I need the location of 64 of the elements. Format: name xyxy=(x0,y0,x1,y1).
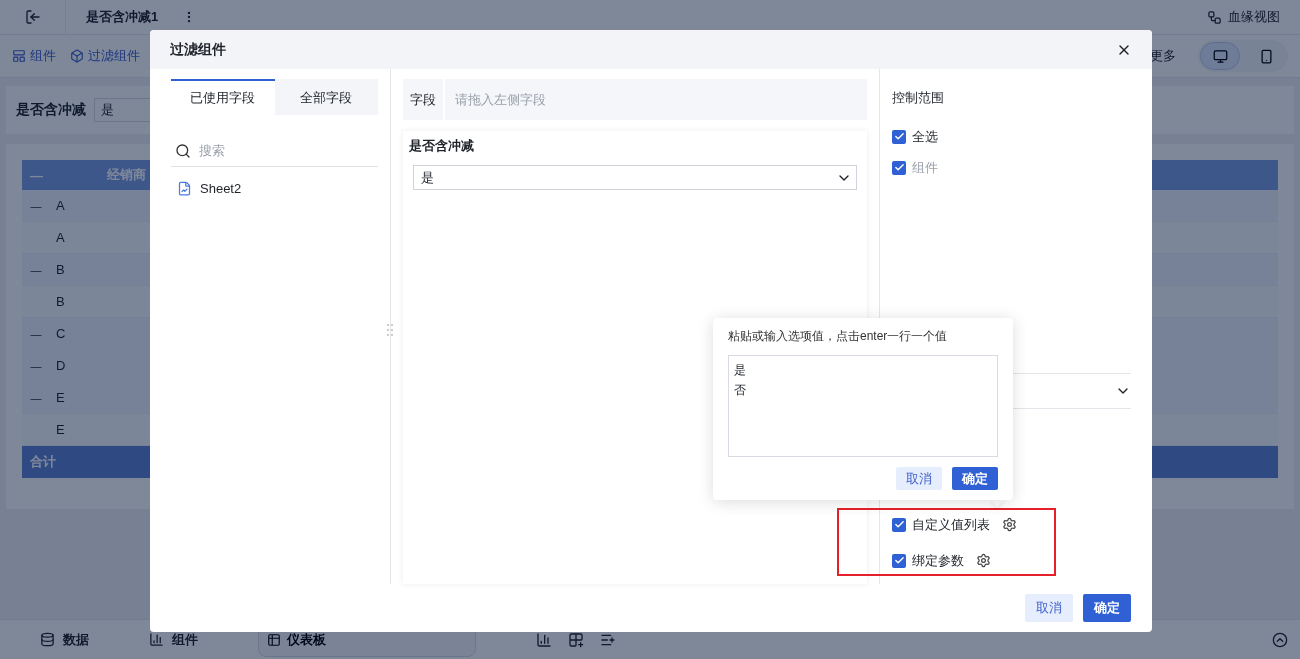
phone-icon xyxy=(1258,48,1274,64)
preview-select[interactable]: 是 xyxy=(413,165,857,191)
settings-icon[interactable] xyxy=(1002,517,1017,533)
cancel-button[interactable]: 取消 xyxy=(1025,594,1073,623)
checkbox[interactable] xyxy=(892,129,906,144)
confirm-button[interactable]: 确定 xyxy=(952,467,998,490)
lineage-icon[interactable] xyxy=(1207,9,1222,25)
section-title: 控制范围 xyxy=(892,89,945,108)
collapse-toggle[interactable]: — xyxy=(30,360,42,371)
row-label: B xyxy=(56,262,65,277)
layout-icon xyxy=(12,49,26,63)
bar-chart-icon xyxy=(149,632,164,647)
cube-icon xyxy=(70,49,84,63)
option-label: 组件 xyxy=(912,158,938,177)
view-button[interactable] xyxy=(1200,42,1240,70)
checkbox[interactable] xyxy=(892,553,906,568)
add-table-icon[interactable] xyxy=(568,631,584,648)
monitor-icon xyxy=(1212,48,1228,64)
option-label: 全选 xyxy=(912,127,938,146)
popover-hint: 粘贴或输入选项值，点击enter一行一个值 xyxy=(728,328,949,345)
source-item[interactable]: Sheet2 xyxy=(171,181,378,197)
lineage-view-link[interactable]: 血缘视图 xyxy=(1228,8,1280,26)
dashboard-title: 是否含冲减1 xyxy=(86,8,159,26)
search-field[interactable]: 搜索 xyxy=(197,137,378,164)
exit-icon[interactable] xyxy=(24,9,41,25)
row-label: A xyxy=(56,198,65,213)
cancel-button[interactable]: 取消 xyxy=(896,467,942,490)
collapse-icon[interactable] xyxy=(1272,631,1288,648)
row-label: E xyxy=(56,422,65,437)
collapse-toggle[interactable]: — xyxy=(30,264,42,275)
field-tab[interactable]: 已使用字段 xyxy=(171,79,275,116)
field-drop-zone[interactable]: 请拖入左侧字段 xyxy=(445,79,867,121)
drag-handle-icon[interactable] xyxy=(387,324,393,337)
collapse-toggle[interactable]: — xyxy=(30,392,42,403)
row-label: E xyxy=(56,390,65,405)
option-label: 自定义值列表 xyxy=(912,515,990,534)
preview-title: 是否含冲减 xyxy=(409,137,475,156)
row-label: C xyxy=(56,326,66,341)
row-label: B xyxy=(56,294,65,309)
option-value: 是 xyxy=(734,362,746,379)
bottom-tab[interactable]: 数据 xyxy=(40,630,89,649)
options-textarea[interactable]: 是 否 xyxy=(728,355,998,457)
header-text: 经销商 xyxy=(107,166,146,184)
collapse-toggle[interactable]: — xyxy=(30,200,42,211)
search-icon[interactable] xyxy=(175,142,191,159)
dialog-title: 过滤组件 xyxy=(170,40,227,59)
chart-file-icon xyxy=(177,181,192,197)
option-label: 绑定参数 xyxy=(912,551,964,570)
bottom-tab[interactable]: 组件 xyxy=(149,630,198,649)
filter-label: 是否含冲减 xyxy=(16,101,86,119)
row-label: A xyxy=(56,230,65,245)
settings-icon[interactable] xyxy=(976,553,991,569)
confirm-button[interactable]: 确定 xyxy=(1083,594,1131,623)
field-label: 字段 xyxy=(403,79,445,121)
collapse-toggle[interactable]: — xyxy=(30,328,42,339)
database-icon xyxy=(40,632,55,647)
option-value: 否 xyxy=(734,382,746,399)
more-button[interactable]: 更多 xyxy=(1150,47,1176,65)
toolbar-button[interactable]: 组件 xyxy=(12,47,56,65)
table-icon xyxy=(267,632,281,647)
checkbox[interactable] xyxy=(892,517,906,532)
row-label: D xyxy=(56,358,66,373)
toolbar-button[interactable]: 过滤组件 xyxy=(70,47,140,65)
add-chart-icon[interactable] xyxy=(536,631,552,648)
